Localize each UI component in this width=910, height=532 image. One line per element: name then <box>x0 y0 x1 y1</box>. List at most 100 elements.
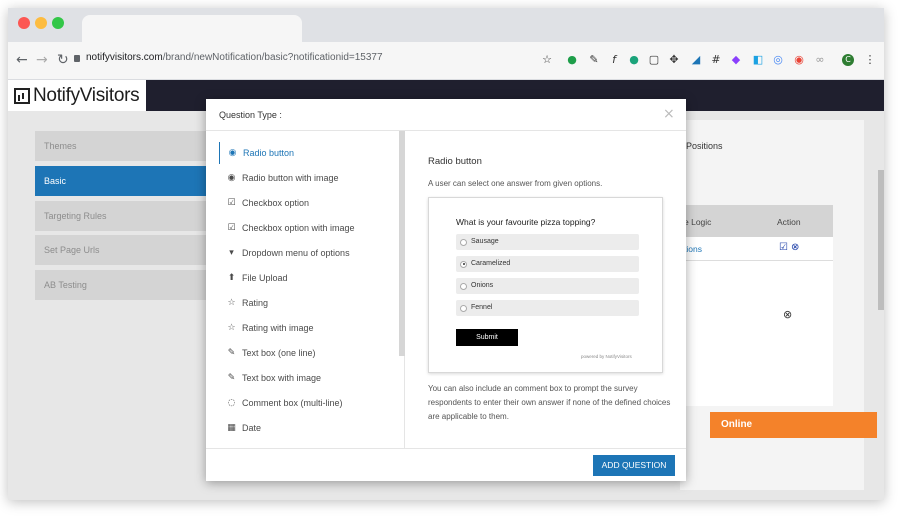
preview-submit-button[interactable]: Submit <box>456 329 518 346</box>
comment-icon: ◌ <box>227 398 236 408</box>
online-chat-badge[interactable]: Online <box>710 412 877 438</box>
extension-move-icon[interactable]: ✥ <box>668 54 680 66</box>
radio-icon: ◉ <box>227 173 236 183</box>
star-icon: ☆ <box>227 323 236 333</box>
preview-option[interactable]: Fennel <box>456 300 639 316</box>
question-type-rating-image[interactable]: ☆ Rating with image <box>219 317 399 339</box>
extension-bike-icon[interactable]: ∞ <box>814 54 826 66</box>
reload-icon[interactable]: ↻ <box>57 52 69 68</box>
preview-option-label: Sausage <box>471 238 499 245</box>
url-path: /brand/newNotification/basic?notificatio… <box>162 52 383 63</box>
question-type-dropdown[interactable]: ▾ Dropdown menu of options <box>219 242 399 264</box>
maximize-window-icon[interactable] <box>52 17 64 29</box>
detail-description: A user can select one answer from given … <box>428 179 603 188</box>
tab-positions[interactable]: Positions <box>686 141 723 151</box>
question-type-label: Date <box>242 423 262 433</box>
extension-hash-icon[interactable]: # <box>710 54 722 66</box>
extension-window-icon[interactable]: ◧ <box>752 54 764 66</box>
col-logic: e Logic <box>684 217 712 227</box>
bookmark-star-icon[interactable]: ☆ <box>541 54 553 66</box>
question-type-label: Rating <box>242 298 269 308</box>
tab-strip <box>8 8 884 42</box>
close-window-icon[interactable] <box>18 17 30 29</box>
checkbox-icon: ☑ <box>227 223 236 233</box>
sidebar-item-set-page-urls[interactable]: Set Page Urls <box>35 235 215 265</box>
question-type-label: Text box (one line) <box>242 348 316 358</box>
question-type-modal: Question Type : × ◉ Radio button ◉ Radio b… <box>206 99 686 481</box>
upload-icon: ⬆ <box>227 273 236 283</box>
delete-icon[interactable]: ⊗ <box>791 242 799 253</box>
sidebar-item-basic[interactable]: Basic <box>35 166 215 196</box>
question-type-checkbox[interactable]: ☑ Checkbox option <box>219 192 399 214</box>
question-type-label: Radio button <box>243 148 295 158</box>
calendar-icon: ▦ <box>227 423 236 433</box>
question-type-rating[interactable]: ☆ Rating <box>219 292 399 314</box>
extension-pen-icon[interactable]: ◢ <box>690 54 702 66</box>
question-type-radio-button-image[interactable]: ◉ Radio button with image <box>219 167 399 189</box>
question-type-label: Checkbox option <box>242 198 310 208</box>
radio-icon <box>460 238 467 246</box>
preview-option[interactable]: Sausage <box>456 234 639 250</box>
extension-grammarly-icon[interactable]: ● <box>628 54 640 66</box>
browser-window: ← → ↻ notifyvisitors.com/brand/newNotifi… <box>8 8 884 500</box>
scrollbar-thumb[interactable] <box>878 170 884 310</box>
forward-icon[interactable]: → <box>36 52 48 68</box>
extension-tag-icon[interactable]: ◆ <box>730 54 742 66</box>
detail-title: Radio button <box>428 156 482 167</box>
preview-option-label: Caramelized <box>471 260 511 267</box>
sidebar-item-themes[interactable]: Themes <box>35 131 215 161</box>
edit-icon[interactable]: ☑ <box>779 242 788 253</box>
question-type-comment-box[interactable]: ◌ Comment box (multi-line) <box>219 392 399 414</box>
sidebar-item-ab-testing[interactable]: AB Testing <box>35 270 215 300</box>
question-type-file-upload[interactable]: ⬆ File Upload <box>219 267 399 289</box>
url-field[interactable]: notifyvisitors.com/brand/newNotification… <box>86 52 383 63</box>
menu-kebab-icon[interactable]: ⋮ <box>864 54 876 66</box>
modal-title: Question Type : <box>219 110 282 120</box>
question-type-radio-button[interactable]: ◉ Radio button <box>219 142 399 164</box>
checkbox-icon: ☑ <box>227 198 236 208</box>
back-icon[interactable]: ← <box>16 52 28 68</box>
radio-selected-icon <box>460 260 467 268</box>
question-type-label: Checkbox option with image <box>242 223 355 233</box>
question-type-label: Text box with image <box>242 373 322 383</box>
preview-option[interactable]: Caramelized <box>456 256 639 272</box>
close-icon[interactable]: × <box>663 106 675 122</box>
preview-option[interactable]: Onions <box>456 278 639 294</box>
extension-shield-icon[interactable]: ● <box>566 54 578 66</box>
app-logo[interactable]: NotifyVisitors <box>8 80 146 111</box>
extension-dropper-icon[interactable]: ✎ <box>588 54 600 66</box>
remove-icon[interactable]: ⊗ <box>783 308 792 321</box>
star-icon: ☆ <box>227 298 236 308</box>
preview-powered-by: powered by NotifyVisitors <box>581 354 632 359</box>
question-type-text-box-image[interactable]: ✎ Text box with image <box>219 367 399 389</box>
question-type-label: Rating with image <box>242 323 314 333</box>
edit-icon: ✎ <box>227 348 236 358</box>
url-host: notifyvisitors.com <box>86 52 163 63</box>
extension-font-icon[interactable]: f <box>608 54 620 66</box>
table-row: tions ☑ ⊗ <box>680 237 833 261</box>
modal-footer: ADD QUESTION <box>206 448 686 481</box>
sidebar-item-targeting-rules[interactable]: Targeting Rules <box>35 201 215 231</box>
question-type-checkbox-image[interactable]: ☑ Checkbox option with image <box>219 217 399 239</box>
preview-option-label: Onions <box>471 282 494 289</box>
radio-icon <box>460 282 467 290</box>
table-body: ⊗ <box>680 261 833 406</box>
add-question-button[interactable]: ADD QUESTION <box>593 455 675 476</box>
minimize-window-icon[interactable] <box>35 17 47 29</box>
profile-avatar[interactable]: C <box>842 54 854 66</box>
preview-question: What is your favourite pizza topping? <box>456 217 596 227</box>
question-type-text-box[interactable]: ✎ Text box (one line) <box>219 342 399 364</box>
question-type-label: Radio button with image <box>242 173 339 183</box>
extension-color-icon[interactable]: ◉ <box>793 54 805 66</box>
address-bar: ← → ↻ notifyvisitors.com/brand/newNotifi… <box>8 42 884 80</box>
question-type-label: File Upload <box>242 273 288 283</box>
question-type-date[interactable]: ▦ Date <box>219 417 399 439</box>
radio-icon: ◉ <box>228 148 237 158</box>
logo-text: NotifyVisitors <box>33 84 140 106</box>
list-scrollbar[interactable] <box>399 131 405 356</box>
extension-screenshot-icon[interactable]: ▢ <box>648 54 660 66</box>
browser-tab[interactable] <box>82 15 302 42</box>
extension-target-icon[interactable]: ◎ <box>772 54 784 66</box>
row-options-link[interactable]: tions <box>684 244 702 254</box>
table-header: e Logic Action <box>680 205 833 237</box>
